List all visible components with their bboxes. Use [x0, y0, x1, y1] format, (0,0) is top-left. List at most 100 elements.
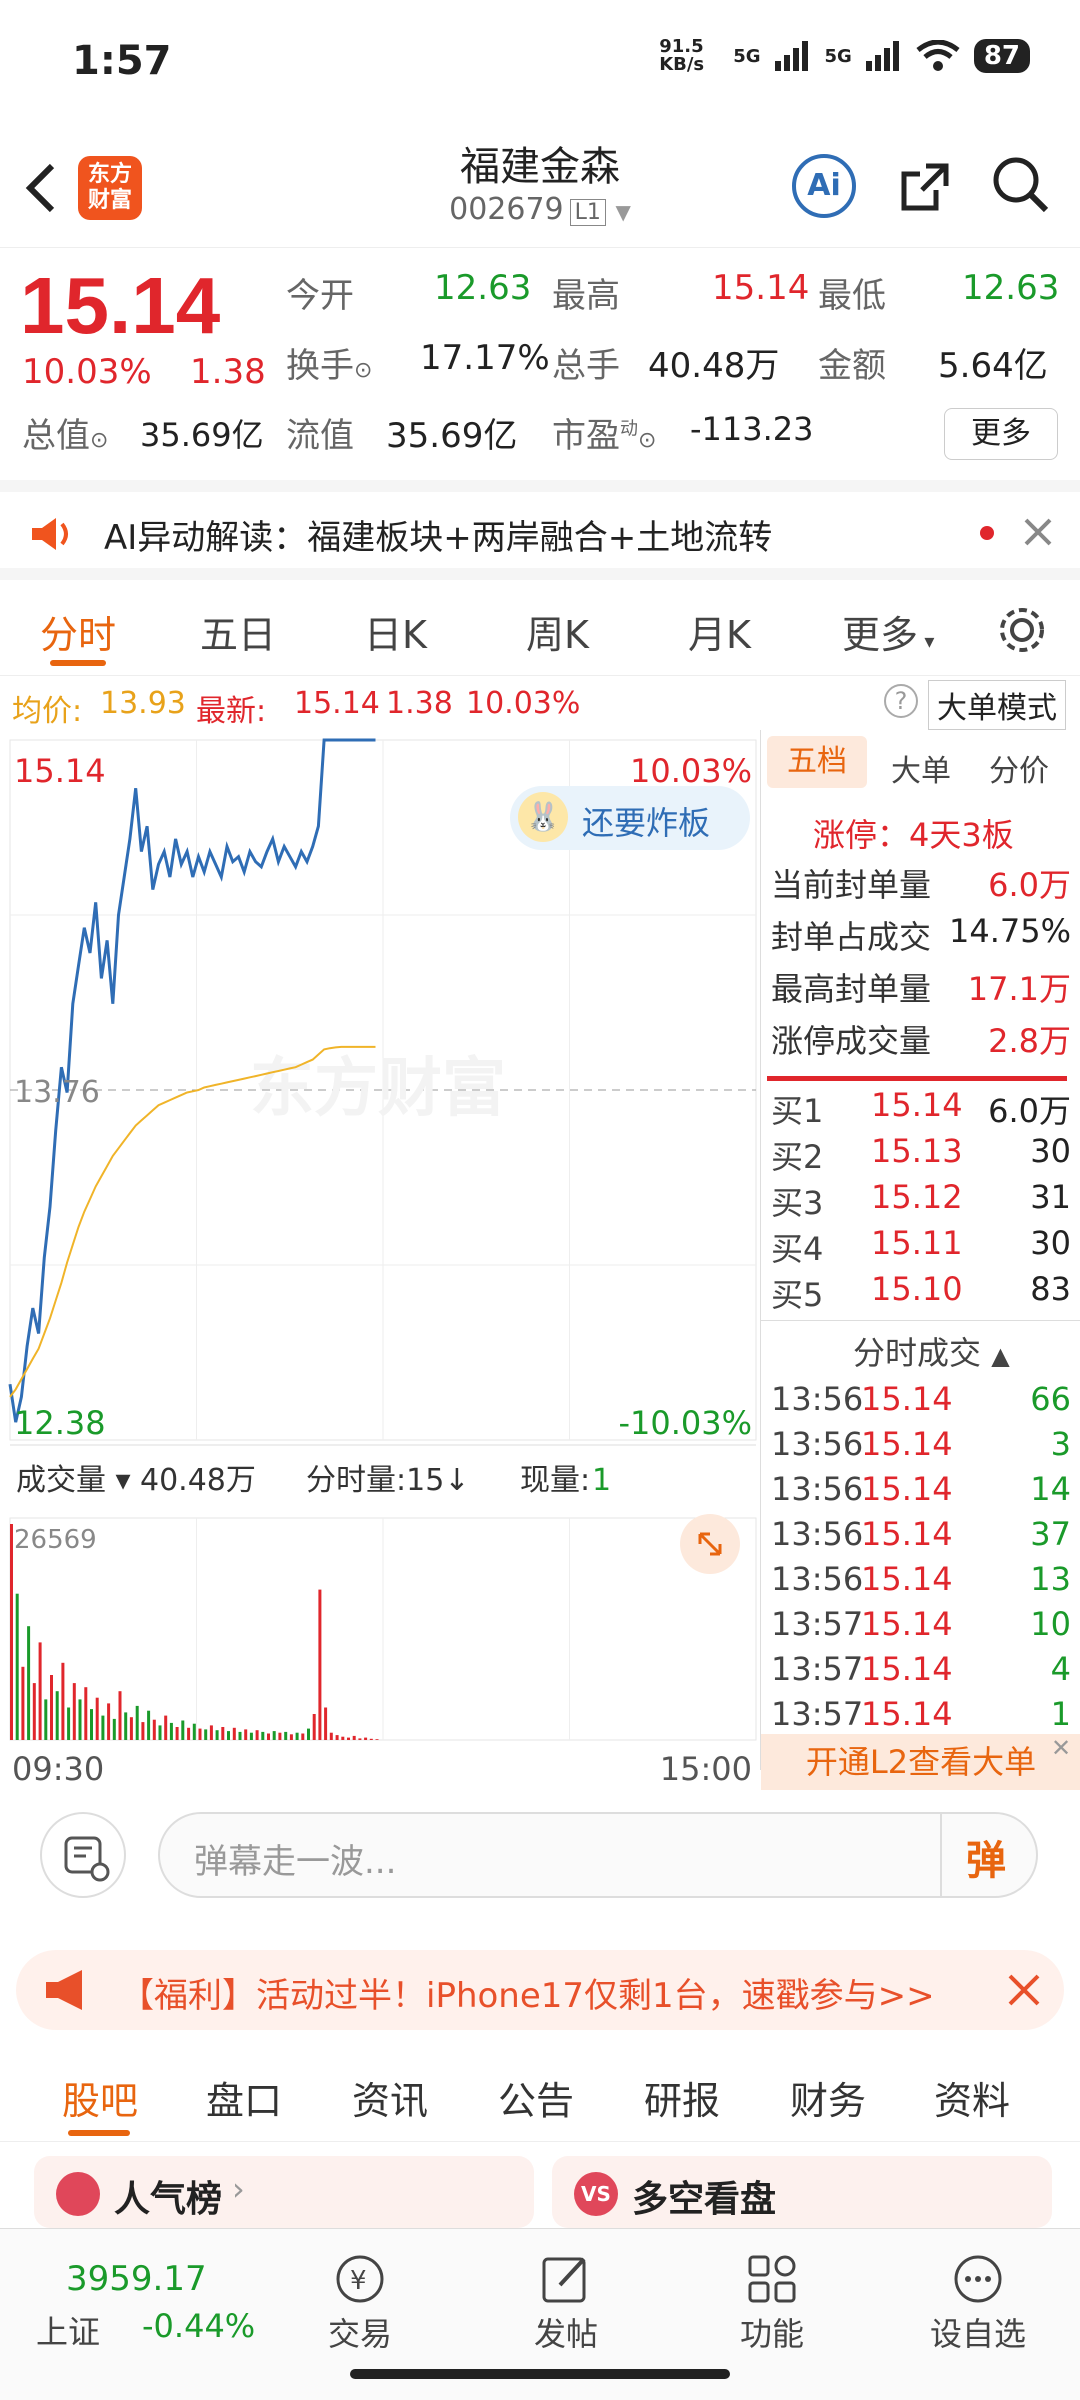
limit-up-streak: 涨停：4天3板 [813, 816, 1014, 854]
tab-forum[interactable]: 股吧 [62, 2070, 138, 2125]
tab-big-orders[interactable]: 大单 [891, 746, 951, 790]
more-button[interactable]: 更多 [944, 408, 1058, 460]
volume-bar [15, 1593, 19, 1740]
tab-five-day[interactable]: 五日 [200, 604, 276, 659]
nav-add-watchlist[interactable]: 设自选 [918, 2249, 1038, 2355]
tab-order-flow[interactable]: 盘口 [206, 2070, 282, 2125]
danmaku-input[interactable]: 弹幕走一波... 弹 [158, 1812, 1038, 1898]
nav-functions[interactable]: 功能 [712, 2249, 832, 2355]
volume-bar [198, 1728, 202, 1740]
nav-trade[interactable]: ¥ 交易 [300, 2249, 420, 2355]
danmaku-bar: 弹幕走一波... 弹 [0, 1790, 1080, 1930]
mascot-icon: 🐰 [518, 792, 568, 842]
volume-bar [90, 1709, 93, 1740]
big-order-mode-button[interactable]: 大单模式 [928, 680, 1066, 730]
chart-tabs: 分时 五日 日K 周K 月K 更多 ▾ [0, 580, 1080, 676]
quote-panel: 15.14 10.03% 1.38 今开 12.63 最高 15.14 最低 1… [0, 248, 1080, 480]
volume-bar [61, 1662, 65, 1740]
volume-bar [78, 1699, 82, 1740]
tab-more[interactable]: 更多 ▾ [842, 604, 934, 659]
volume-max-label: 26569 [14, 1525, 97, 1555]
bomb-badge[interactable]: 🐰 还要炸板 [510, 786, 750, 850]
promo-banner[interactable]: 【福利】活动过半！iPhone17仅剩1台，速戳参与>> [16, 1950, 1064, 2030]
x-end-label: 15:00 [660, 1750, 752, 1788]
tab-finance[interactable]: 财务 [790, 2070, 866, 2125]
bid-row[interactable]: 买2 15.13 30 [771, 1132, 1071, 1178]
close-icon[interactable] [1022, 516, 1054, 548]
volume-bar [375, 1739, 379, 1740]
volume-bar [255, 1730, 259, 1740]
status-icons: 91.5 KB/s 5G 5G 87 [659, 38, 1030, 74]
chart-info-line: 均价: 13.93 最新: 15.14 1.38 10.03% ? 大单模式 [0, 680, 1080, 730]
help-icon[interactable]: ? [884, 684, 918, 718]
tick-row: 13:56 15.14 3 [771, 1425, 1071, 1463]
volume-bar [55, 1691, 59, 1740]
pe-label[interactable]: 市盈动⊙ [552, 408, 656, 457]
turnover-label[interactable]: 换手⊙ [286, 338, 372, 387]
tab-five-levels[interactable]: 五档 [767, 736, 867, 788]
volume-bar [249, 1732, 253, 1740]
tab-news[interactable]: 资讯 [352, 2070, 428, 2125]
tab-daily-k[interactable]: 日K [364, 604, 427, 659]
volume-bar [318, 1589, 322, 1740]
tick-row: 13:56 15.14 13 [771, 1560, 1071, 1598]
chevron-right-icon: › [232, 2170, 245, 2208]
nav-post[interactable]: 发帖 [506, 2249, 626, 2355]
danmaku-placeholder: 弹幕走一波... [194, 1842, 397, 1882]
share-icon[interactable] [896, 156, 956, 216]
tick-row: 13:57 15.14 10 [771, 1605, 1071, 1643]
volume-bar [135, 1705, 139, 1740]
order-book-panel: 五档 大单 分价 涨停：4天3板 分时成交 ▲ 开通L2查看大单 ✕ 当前封单量… [760, 730, 1080, 1790]
gear-icon[interactable] [996, 604, 1048, 656]
danmaku-toggle-icon[interactable] [40, 1812, 126, 1898]
bid-row[interactable]: 买1 15.14 6.0万 [771, 1086, 1071, 1132]
volume-bar [38, 1642, 42, 1740]
promo-close-icon[interactable] [1006, 1972, 1042, 2008]
bid-row[interactable]: 买4 15.11 30 [771, 1224, 1071, 1270]
tab-intraday[interactable]: 分时 [40, 604, 116, 659]
bid-row[interactable]: 买3 15.12 31 [771, 1178, 1071, 1224]
volume-bar [369, 1738, 373, 1740]
home-indicator [350, 2369, 730, 2379]
l2-close-icon[interactable]: ✕ [1051, 1734, 1071, 1762]
bid-row[interactable]: 买5 15.10 83 [771, 1270, 1071, 1316]
ticks-title[interactable]: 分时成交 ▲ [853, 1328, 1010, 1374]
l2-upsell-banner[interactable]: 开通L2查看大单 [761, 1734, 1080, 1790]
divider [761, 1320, 1080, 1321]
latest-label: 最新: [196, 694, 267, 729]
signal-icon-2 [865, 41, 899, 71]
now-volume-label: 现量: [520, 1463, 590, 1498]
expand-icon[interactable] [680, 1514, 740, 1574]
tab-monthly-k[interactable]: 月K [688, 604, 751, 659]
divider-red [767, 1076, 1067, 1081]
tick-row: 13:57 15.14 4 [771, 1650, 1071, 1688]
volume-bar [101, 1715, 105, 1740]
tab-weekly-k[interactable]: 周K [526, 604, 589, 659]
volume-bar [209, 1725, 213, 1740]
change-amount: 1.38 [190, 352, 266, 392]
tab-research[interactable]: 研报 [644, 2070, 720, 2125]
volume-bar [267, 1733, 270, 1740]
ai-banner-text: AI异动解读：福建板块+两岸融合+土地流转 [104, 518, 773, 558]
volume-bar [181, 1720, 185, 1740]
seal-stat-row: 最高封单量 17.1万 [771, 970, 1071, 1008]
volume-bar [301, 1733, 305, 1740]
mcap-label[interactable]: 总值⊙ [22, 408, 108, 457]
send-danmaku-button[interactable]: 弹 [966, 1828, 1006, 1886]
tab-announcements[interactable]: 公告 [498, 2070, 574, 2125]
level-badge: L1 [569, 199, 606, 226]
tab-price-dist[interactable]: 分价 [989, 746, 1049, 790]
float-label: 流值 [286, 416, 354, 456]
popularity-card[interactable]: 人气榜 › [34, 2156, 534, 2228]
ai-assistant-button[interactable]: Ai [792, 154, 856, 218]
search-icon[interactable] [990, 154, 1052, 216]
intraday-chart[interactable]: 东方财富 15.14 10.03% 13.76 12.38 -10.03% 成交量 ▾ 40.… [0, 730, 760, 1790]
bull-bear-card[interactable]: VS 多空看盘 [552, 2156, 1052, 2228]
latest-change: 1.38 [386, 686, 453, 721]
latest-pct: 10.03% [466, 686, 581, 721]
index-value[interactable]: 3959.17 [66, 2259, 207, 2299]
volume-bar [50, 1675, 53, 1740]
tab-profile[interactable]: 资料 [934, 2070, 1010, 2125]
content-tabs: 股吧 盘口 资讯 公告 研报 财务 资料 [0, 2050, 1080, 2142]
ai-banner[interactable]: AI异动解读：福建板块+两岸融合+土地流转 [0, 480, 1080, 580]
